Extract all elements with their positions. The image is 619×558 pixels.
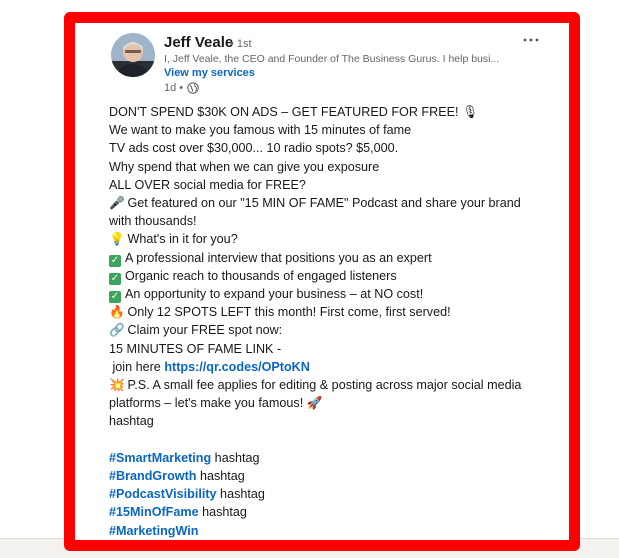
page: Jeff Veale • 1st I, Jeff Veale, the CEO … bbox=[0, 0, 619, 558]
right-margin bbox=[580, 0, 619, 538]
highlight-frame bbox=[64, 12, 580, 551]
